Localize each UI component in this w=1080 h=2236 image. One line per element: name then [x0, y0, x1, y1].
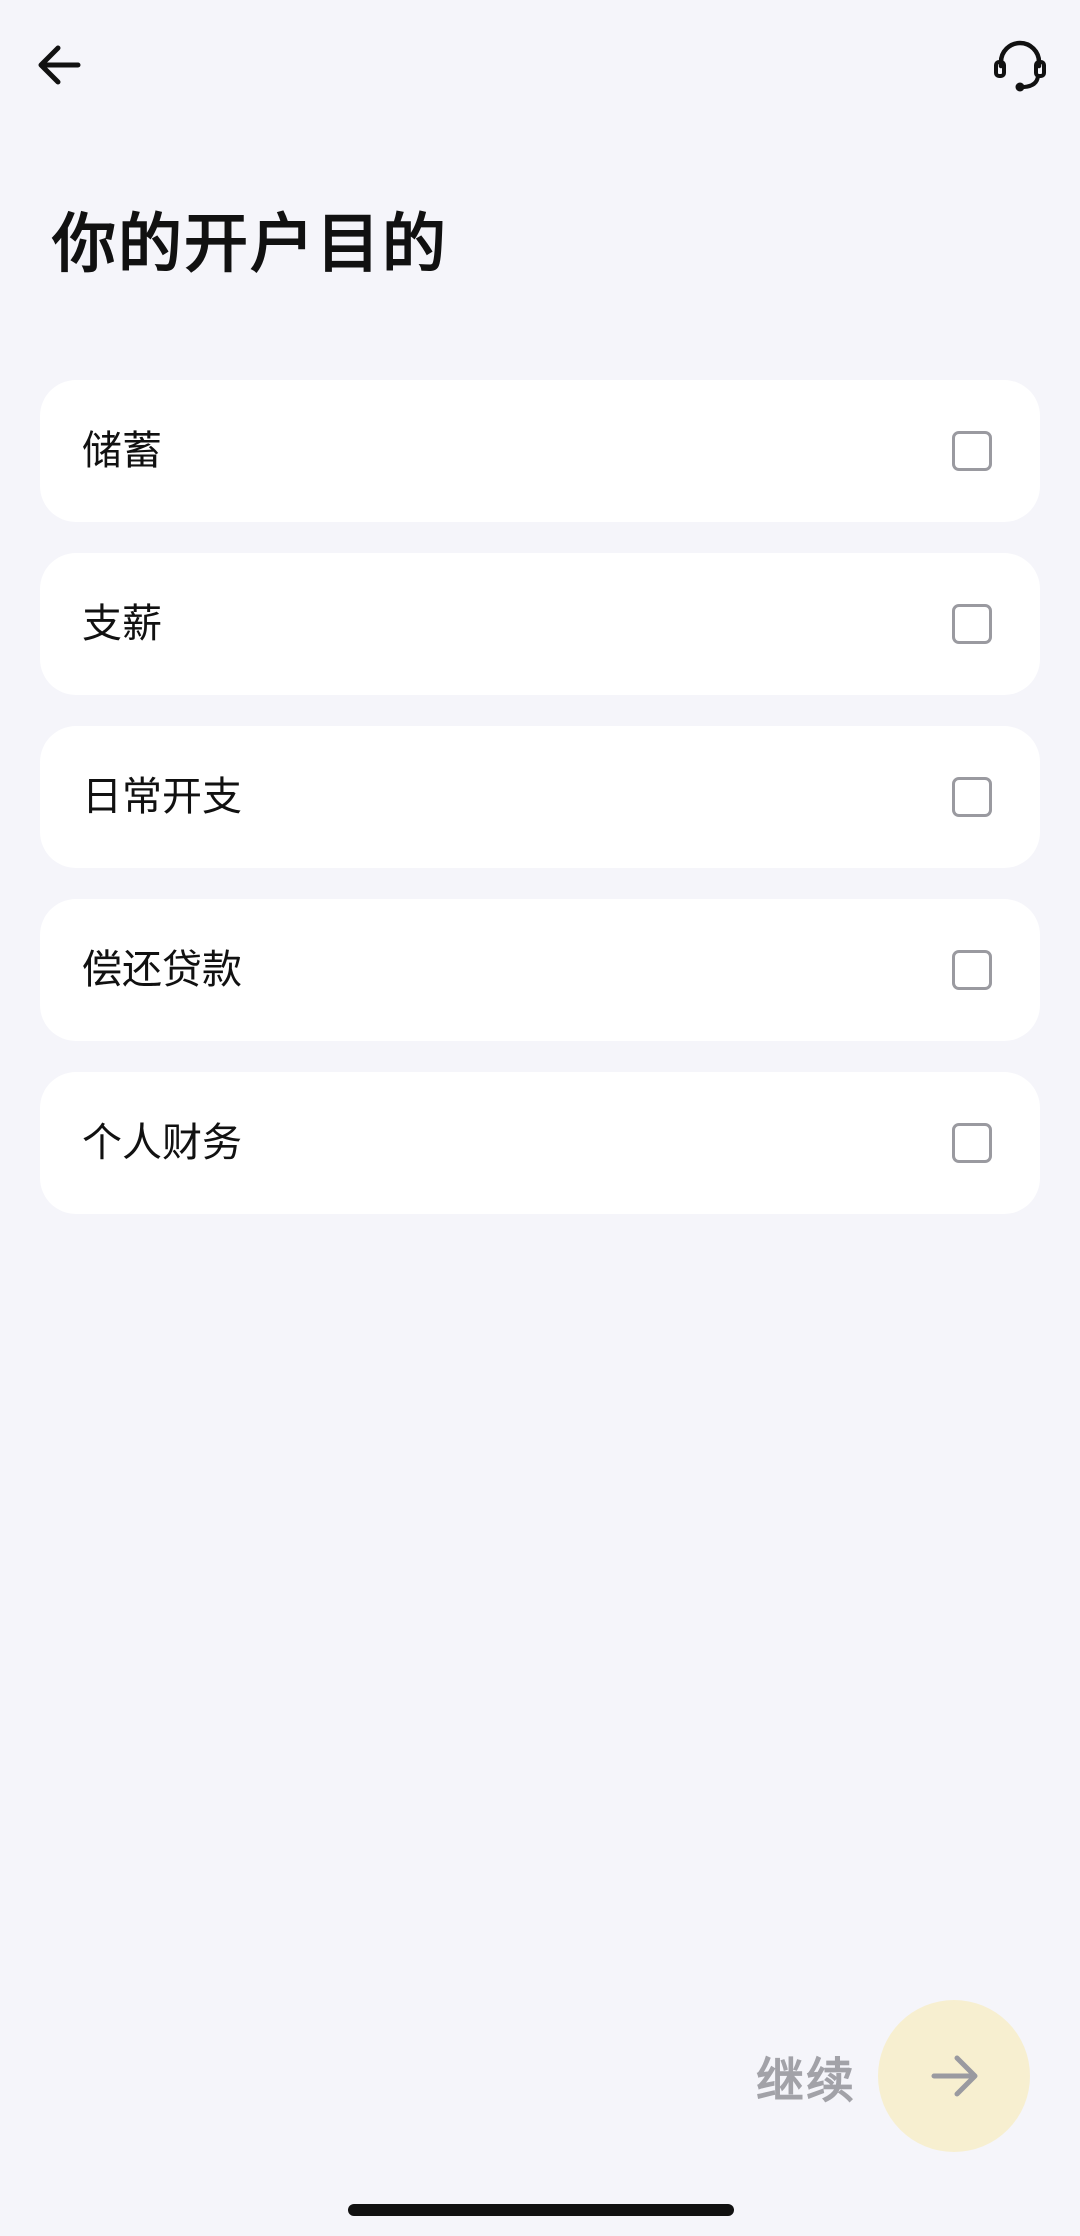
option-label: 日常开支 [82, 774, 242, 820]
option-savings[interactable]: 储蓄 [40, 380, 1040, 522]
option-checkbox[interactable] [952, 777, 992, 817]
back-button[interactable] [20, 25, 100, 105]
arrow-right-icon [926, 2048, 982, 2104]
option-checkbox[interactable] [952, 950, 992, 990]
option-checkbox[interactable] [952, 1123, 992, 1163]
continue-area: 继续 [756, 2000, 1030, 2152]
continue-label[interactable]: 继续 [756, 2041, 856, 2111]
option-label: 个人财务 [82, 1120, 242, 1166]
option-label: 偿还贷款 [82, 947, 242, 993]
option-salary[interactable]: 支薪 [40, 553, 1040, 695]
home-indicator [348, 2204, 734, 2216]
option-loan-repayment[interactable]: 偿还贷款 [40, 899, 1040, 1041]
purpose-options-list: 储蓄 支薪 日常开支 偿还贷款 个人财务 [40, 380, 1040, 1245]
option-daily-expenses[interactable]: 日常开支 [40, 726, 1040, 868]
top-bar [0, 0, 1080, 140]
continue-button[interactable] [878, 2000, 1030, 2152]
option-checkbox[interactable] [952, 604, 992, 644]
page-title: 你的开户目的 [52, 208, 448, 282]
option-personal-finance[interactable]: 个人财务 [40, 1072, 1040, 1214]
headset-icon [991, 36, 1049, 94]
arrow-left-icon [34, 39, 86, 91]
option-label: 储蓄 [82, 428, 162, 474]
customer-support-button[interactable] [980, 25, 1060, 105]
option-label: 支薪 [82, 601, 162, 647]
option-checkbox[interactable] [952, 431, 992, 471]
